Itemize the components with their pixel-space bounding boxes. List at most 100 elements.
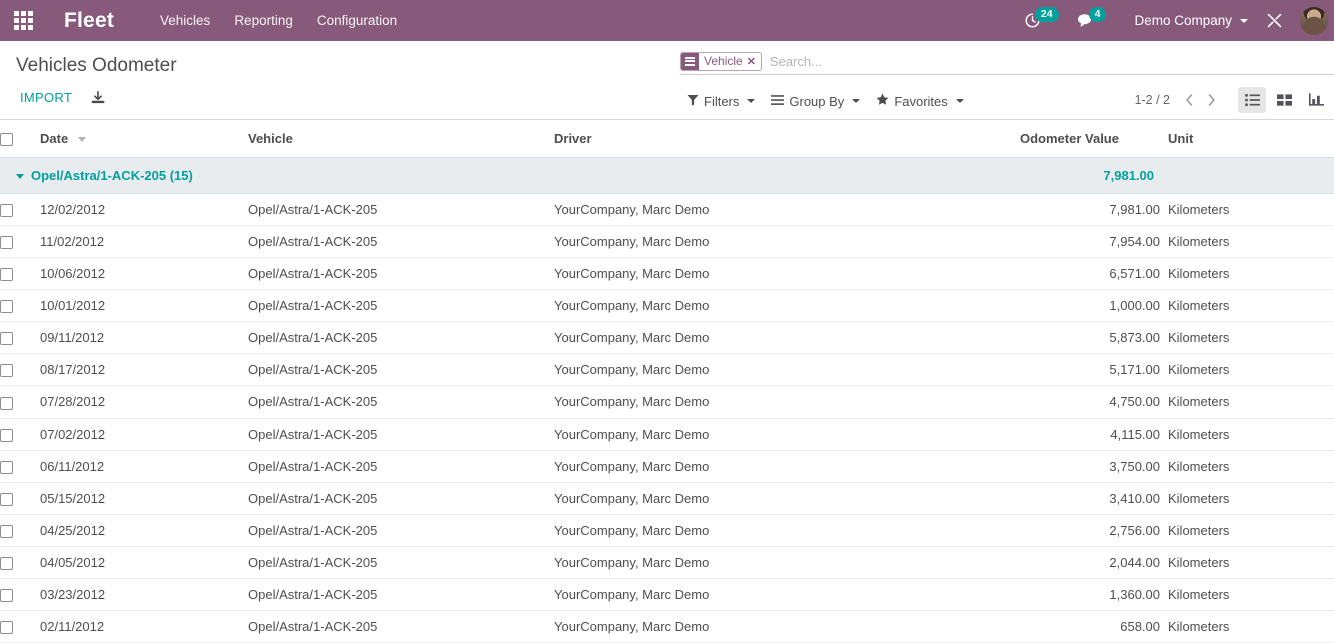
row-select-cell[interactable] — [0, 385, 40, 419]
company-switcher-button[interactable]: Demo Company — [1115, 0, 1257, 41]
group-by-dropdown-button[interactable]: Group By — [764, 91, 867, 112]
table-row[interactable]: 07/28/2012 Opel/Astra/1-ACK-205 YourCompan… — [0, 385, 1334, 419]
row-select-cell[interactable] — [0, 193, 40, 227]
filters-dropdown-button[interactable]: Filters — [680, 91, 762, 112]
apps-menu-button[interactable] — [0, 0, 46, 41]
select-all-header[interactable] — [0, 120, 40, 159]
messaging-menu-button[interactable]: 4 — [1068, 0, 1116, 41]
cell-odometer-value: 6,571.00 — [1020, 257, 1168, 291]
app-brand-title[interactable]: Fleet — [46, 0, 128, 41]
column-header-date[interactable]: Date — [40, 120, 248, 159]
pager-and-views: 1-2 / 2 — [1135, 87, 1334, 113]
table-row[interactable]: 04/05/2012 Opel/Astra/1-ACK-205 YourCompan… — [0, 546, 1334, 579]
kanban-view-button[interactable] — [1270, 87, 1298, 113]
row-checkbox[interactable] — [0, 300, 13, 314]
import-button[interactable]: IMPORT — [16, 87, 76, 108]
row-select-cell[interactable] — [0, 578, 40, 611]
cell-unit: Kilometers — [1168, 289, 1334, 323]
group-by-bars-icon — [681, 52, 699, 70]
table-row[interactable]: 10/01/2012 Opel/Astra/1-ACK-205 YourCompan… — [0, 289, 1334, 323]
list-view-button[interactable] — [1238, 87, 1266, 113]
row-select-cell[interactable] — [0, 321, 40, 355]
pager-next-button[interactable] — [1200, 88, 1222, 112]
menu-item-configuration[interactable]: Configuration — [305, 2, 409, 39]
apps-grid-icon — [13, 11, 33, 30]
cell-odometer-value: 7,981.00 — [1020, 193, 1168, 227]
group-header-row[interactable]: Opel/Astra/1-ACK-205 (15) 7,981.00 — [0, 157, 1334, 195]
developer-tools-button[interactable] — [1257, 0, 1292, 41]
cell-unit: Kilometers — [1168, 450, 1334, 483]
select-all-checkbox[interactable] — [0, 133, 13, 147]
row-checkbox[interactable] — [0, 524, 13, 538]
favorites-dropdown-button[interactable]: Favorites — [869, 90, 970, 112]
table-row[interactable]: 06/11/2012 Opel/Astra/1-ACK-205 YourCompan… — [0, 450, 1334, 483]
row-checkbox[interactable] — [0, 204, 13, 218]
table-row[interactable]: 09/11/2012 Opel/Astra/1-ACK-205 YourCompan… — [0, 321, 1334, 355]
row-checkbox[interactable] — [0, 492, 13, 506]
row-checkbox[interactable] — [0, 236, 13, 250]
table-row[interactable]: 10/06/2012 Opel/Astra/1-ACK-205 YourCompan… — [0, 257, 1334, 291]
cell-odometer-value: 3,750.00 — [1020, 450, 1168, 483]
column-header-unit[interactable]: Unit — [1168, 120, 1334, 159]
table-row[interactable]: 03/23/2012 Opel/Astra/1-ACK-205 YourCompan… — [0, 578, 1334, 611]
row-checkbox[interactable] — [0, 460, 13, 474]
cell-vehicle: Opel/Astra/1-ACK-205 — [248, 257, 554, 291]
sort-descending-icon — [77, 137, 86, 143]
activities-menu-button[interactable]: 24 — [1015, 0, 1068, 41]
cell-vehicle: Opel/Astra/1-ACK-205 — [248, 385, 554, 419]
search-facet-vehicle[interactable]: Vehicle ✕ — [680, 51, 762, 71]
table-row[interactable]: 02/11/2012 Opel/Astra/1-ACK-205 YourCompan… — [0, 610, 1334, 643]
cell-unit: Kilometers — [1168, 482, 1334, 515]
row-select-cell[interactable] — [0, 418, 40, 451]
cell-driver: YourCompany, Marc Demo — [554, 289, 1020, 323]
table-row[interactable]: 08/17/2012 Opel/Astra/1-ACK-205 YourCompan… — [0, 353, 1334, 387]
download-icon[interactable] — [90, 90, 106, 106]
menu-item-vehicles[interactable]: Vehicles — [148, 2, 222, 39]
row-checkbox[interactable] — [0, 364, 13, 378]
row-select-cell[interactable] — [0, 257, 40, 291]
chevron-down-icon — [852, 99, 861, 103]
chevron-down-icon — [955, 99, 964, 103]
row-checkbox[interactable] — [0, 556, 13, 570]
column-header-odometer-value[interactable]: Odometer Value — [1020, 120, 1168, 159]
graph-view-button[interactable] — [1302, 87, 1330, 113]
cell-date: 05/15/2012 — [40, 482, 248, 515]
row-checkbox[interactable] — [0, 332, 13, 346]
row-select-cell[interactable] — [0, 450, 40, 483]
group-total-cell: 7,981.00 — [1020, 157, 1168, 195]
row-checkbox[interactable] — [0, 268, 13, 282]
row-select-cell[interactable] — [0, 289, 40, 323]
table-row[interactable]: 07/02/2012 Opel/Astra/1-ACK-205 YourCompan… — [0, 418, 1334, 451]
table-row[interactable]: 12/02/2012 Opel/Astra/1-ACK-205 YourCompan… — [0, 193, 1334, 227]
cell-driver: YourCompany, Marc Demo — [554, 321, 1020, 355]
cell-date: 10/06/2012 — [40, 257, 248, 291]
cell-odometer-value: 2,756.00 — [1020, 514, 1168, 547]
table-row[interactable]: 05/15/2012 Opel/Astra/1-ACK-205 YourCompan… — [0, 482, 1334, 515]
row-checkbox[interactable] — [0, 588, 13, 602]
menu-item-reporting[interactable]: Reporting — [222, 2, 305, 39]
column-header-vehicle[interactable]: Vehicle — [248, 120, 554, 159]
row-checkbox[interactable] — [0, 428, 13, 442]
group-label-cell[interactable]: Opel/Astra/1-ACK-205 (15) — [0, 157, 1020, 195]
column-header-driver[interactable]: Driver — [554, 120, 1020, 159]
search-bar[interactable]: Vehicle ✕ — [680, 51, 1334, 75]
row-select-cell[interactable] — [0, 514, 40, 547]
row-select-cell[interactable] — [0, 225, 40, 259]
row-select-cell[interactable] — [0, 482, 40, 515]
cell-date: 04/05/2012 — [40, 546, 248, 579]
cell-vehicle: Opel/Astra/1-ACK-205 — [248, 418, 554, 451]
table-row[interactable]: 11/02/2012 Opel/Astra/1-ACK-205 YourCompan… — [0, 225, 1334, 259]
row-select-cell[interactable] — [0, 546, 40, 579]
row-checkbox[interactable] — [0, 396, 13, 410]
search-input[interactable] — [761, 52, 1334, 70]
chevron-down-icon — [747, 99, 756, 103]
row-select-cell[interactable] — [0, 353, 40, 387]
row-select-cell[interactable] — [0, 610, 40, 643]
table-row[interactable]: 04/25/2012 Opel/Astra/1-ACK-205 YourCompan… — [0, 514, 1334, 547]
row-checkbox[interactable] — [0, 620, 13, 634]
cell-odometer-value: 3,410.00 — [1020, 482, 1168, 515]
remove-facet-icon[interactable]: ✕ — [747, 53, 761, 70]
pager-previous-button[interactable] — [1178, 88, 1200, 112]
user-avatar[interactable] — [1300, 6, 1328, 35]
view-switcher — [1238, 87, 1334, 113]
